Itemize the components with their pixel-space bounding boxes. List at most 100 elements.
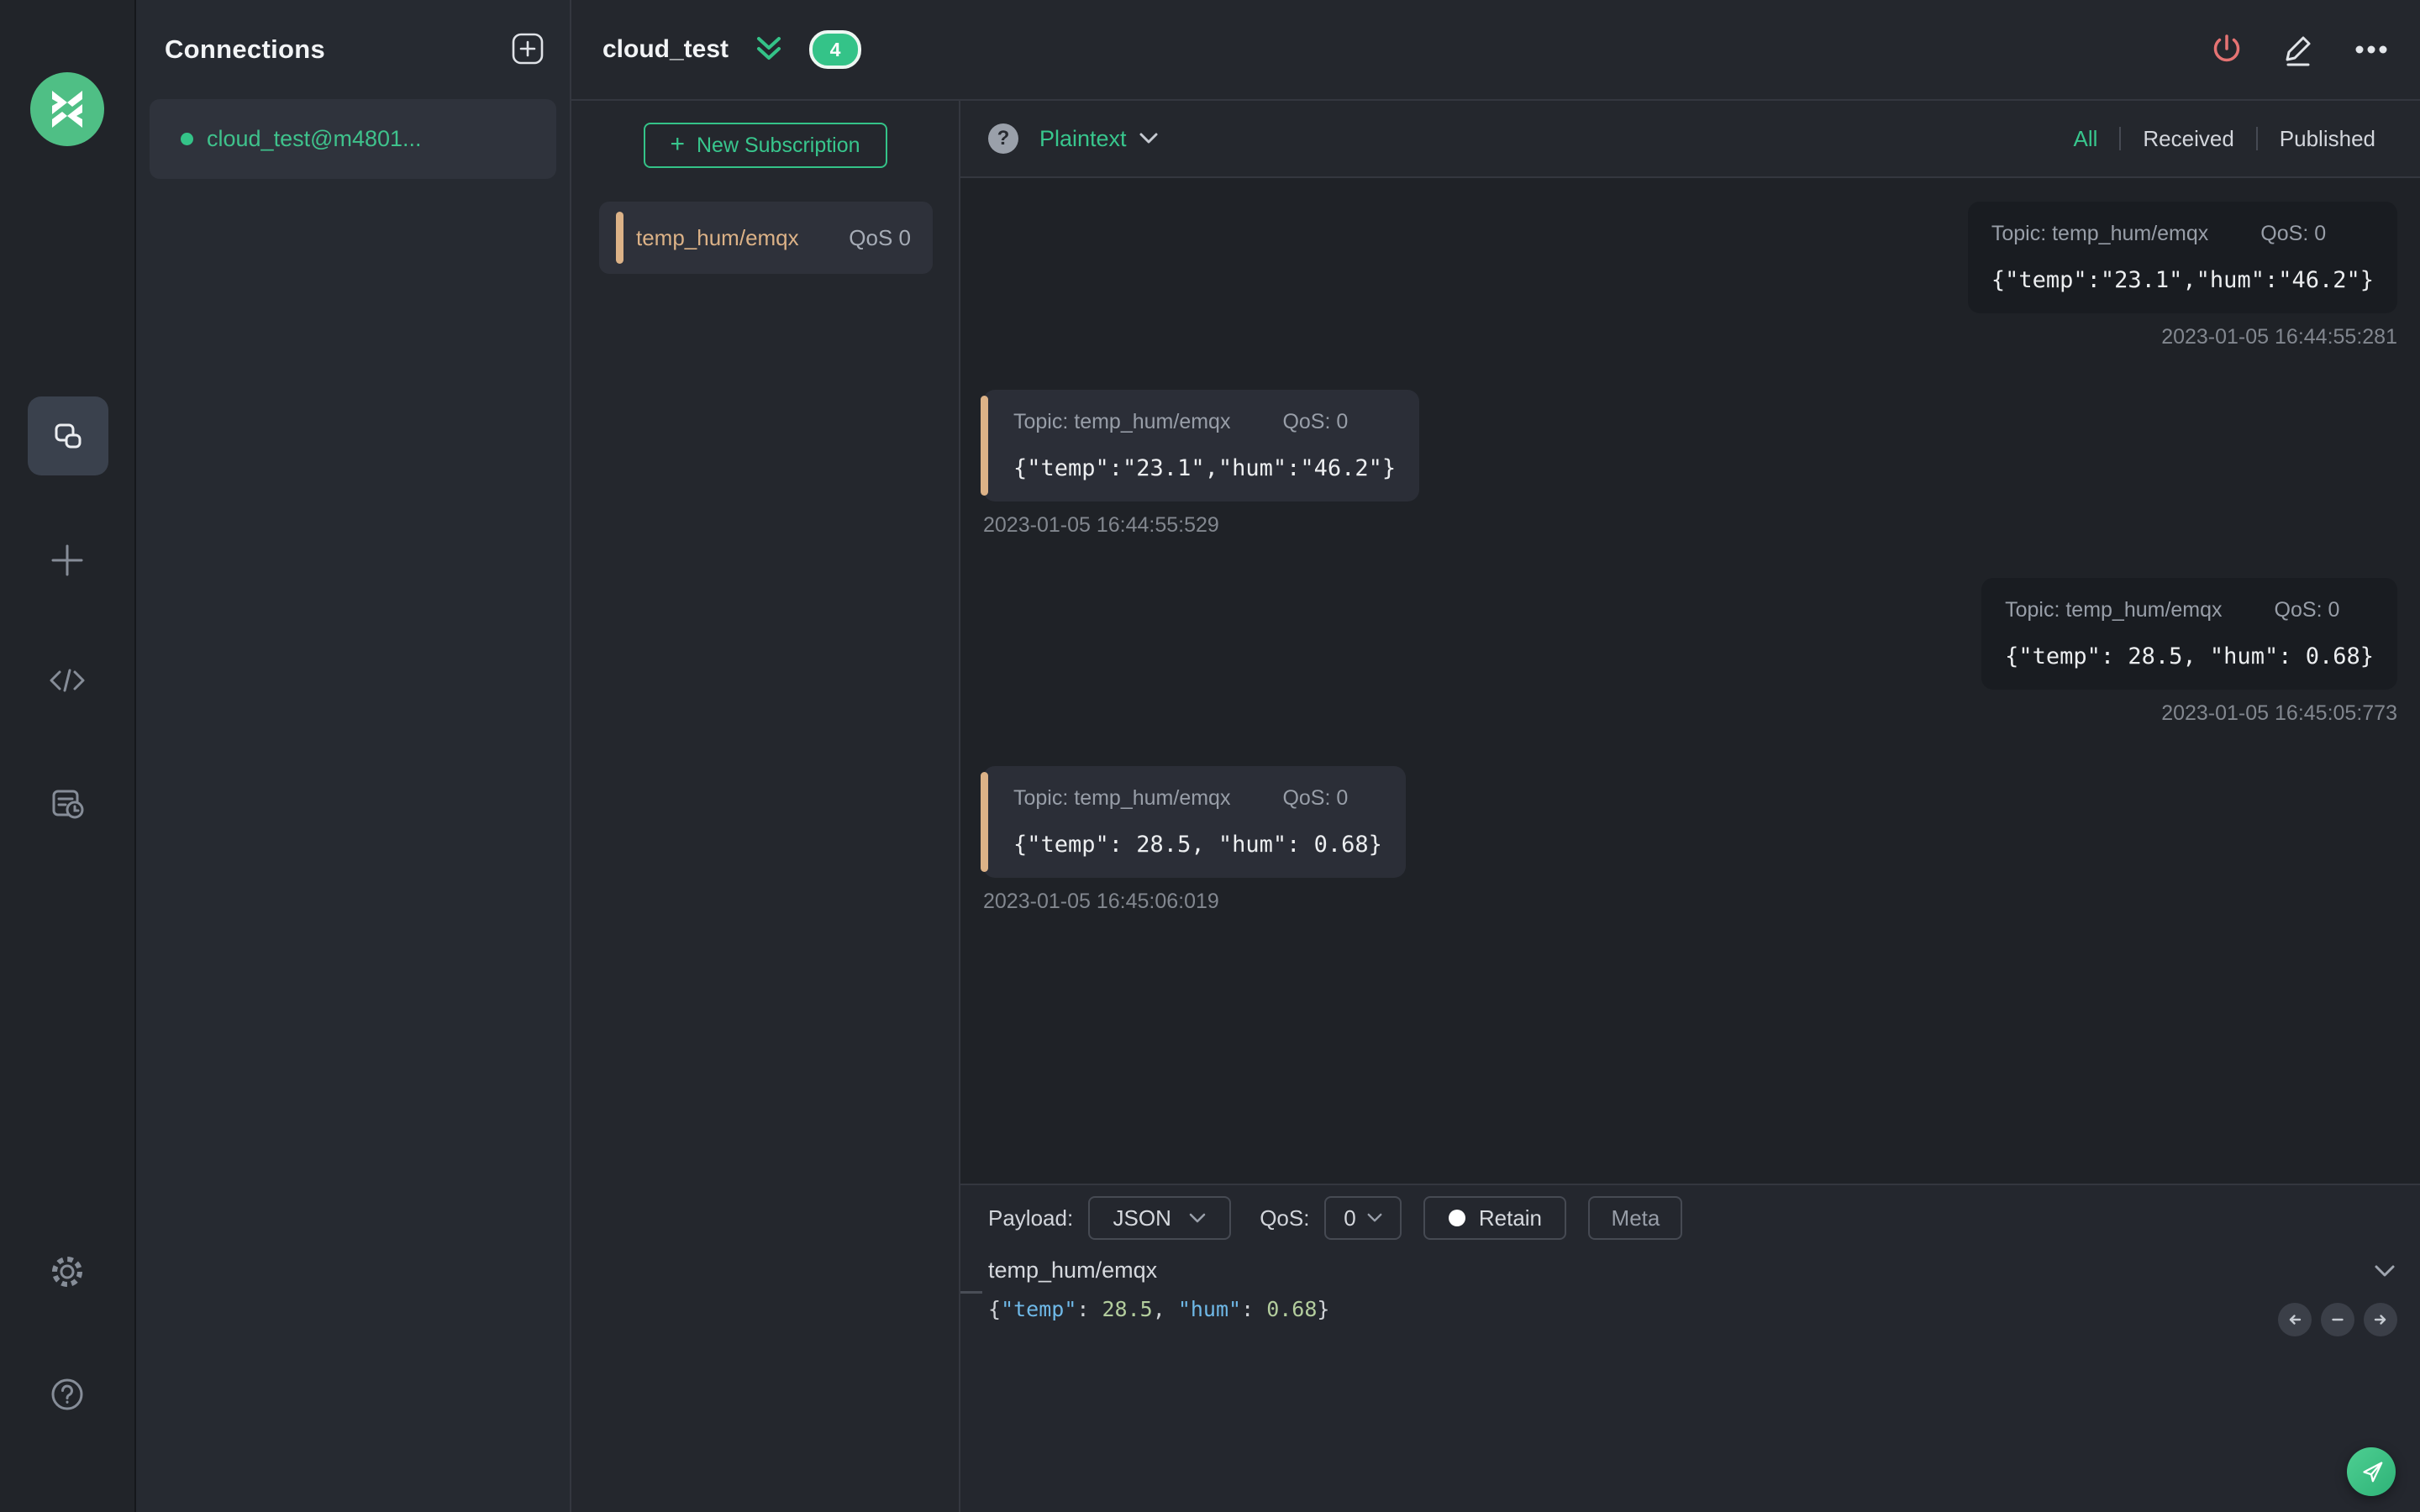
connection-name: cloud_test	[602, 35, 729, 63]
token-number: 0.68	[1266, 1297, 1318, 1321]
message-header: ? Plaintext All Received Published	[960, 101, 2420, 178]
filter-all[interactable]: All	[2051, 126, 2119, 152]
collapse-chevrons-icon[interactable]	[752, 35, 786, 64]
help-circle-icon	[48, 1375, 87, 1414]
message-qos: QoS: 0	[1282, 410, 1349, 433]
format-select[interactable]: Plaintext	[1039, 126, 1127, 152]
filter-published[interactable]: Published	[2258, 126, 2397, 152]
sidebar-item-connections[interactable]	[28, 396, 108, 475]
next-message-button[interactable]	[2364, 1303, 2397, 1336]
send-icon	[2357, 1457, 2386, 1488]
publish-panel: Payload: JSON QoS: 0 Retain Meta temp_hu…	[960, 1184, 2420, 1512]
payload-format-value: JSON	[1113, 1205, 1171, 1231]
connection-topbar: cloud_test 4	[571, 0, 2420, 101]
message-payload: {"temp": 28.5, "hum": 0.68}	[1013, 832, 1382, 858]
subscription-accent-bar	[616, 212, 623, 264]
send-button[interactable]	[2347, 1447, 2396, 1496]
topic-input[interactable]: temp_hum/emqx	[988, 1257, 1157, 1284]
icon-sidebar	[0, 0, 136, 1512]
message-group: Topic: temp_hum/emqx QoS: 0 {"temp":"23.…	[981, 390, 1420, 538]
message-topic: Topic: temp_hum/emqx	[1991, 222, 2209, 245]
meta-label: Meta	[1611, 1205, 1660, 1231]
payload-format-select[interactable]: JSON	[1088, 1196, 1232, 1240]
message-timestamp: 2023-01-05 16:45:06:019	[983, 890, 1219, 913]
collapse-history-button[interactable]	[2321, 1303, 2354, 1336]
code-icon	[48, 661, 87, 700]
connection-item-label: cloud_test@m4801...	[207, 126, 422, 151]
message-bubble: Topic: temp_hum/emqx QoS: 0 {"temp": 28.…	[981, 766, 1406, 878]
collapse-editor-icon[interactable]	[2372, 1263, 2397, 1279]
token-punct: ,	[1152, 1297, 1178, 1321]
plus-icon: +	[670, 129, 685, 158]
connections-panel: Connections cloud_test@m4801...	[136, 0, 571, 1512]
add-connection-button[interactable]	[509, 31, 546, 68]
sidebar-item-settings[interactable]	[49, 1253, 86, 1290]
token-number: 28.5	[1102, 1297, 1153, 1321]
chevron-down-icon[interactable]	[1138, 131, 1160, 146]
publish-toolbar: Payload: JSON QoS: 0 Retain Meta	[988, 1195, 2420, 1241]
retain-label: Retain	[1478, 1205, 1543, 1231]
connection-status-dot	[181, 133, 193, 145]
gear-icon	[48, 1252, 87, 1291]
received-accent-bar	[981, 396, 988, 496]
message-filters: All Received Published	[2051, 126, 2397, 152]
filter-received[interactable]: Received	[2121, 126, 2255, 152]
disconnect-icon[interactable]	[2208, 31, 2245, 68]
payload-editor[interactable]: {"temp": 28.5, "hum": 0.68}	[988, 1297, 2420, 1321]
subscription-item[interactable]: temp_hum/emqx QoS 0	[599, 202, 933, 274]
sidebar-item-script[interactable]	[49, 662, 86, 699]
message-timestamp: 2023-01-05 16:45:05:773	[2161, 701, 2397, 725]
connection-item[interactable]: cloud_test@m4801...	[150, 99, 556, 179]
subscription-topic: temp_hum/emqx	[636, 224, 799, 250]
message-payload: {"temp": 28.5, "hum": 0.68}	[2005, 643, 2374, 669]
editor-gutter-dash	[960, 1291, 982, 1294]
message-area: ? Plaintext All Received Published Topic…	[960, 101, 2420, 1512]
new-subscription-button[interactable]: + New Subscription	[643, 123, 887, 168]
message-list: Topic: temp_hum/emqx QoS: 0 {"temp":"23.…	[960, 178, 2420, 1184]
connections-icon	[49, 417, 87, 455]
message-group: Topic: temp_hum/emqx QoS: 0 {"temp":"23.…	[1967, 202, 2397, 349]
message-topic: Topic: temp_hum/emqx	[1013, 786, 1231, 810]
message-topic: Topic: temp_hum/emqx	[1013, 410, 1231, 433]
message-topic: Topic: temp_hum/emqx	[2005, 598, 2223, 622]
more-icon[interactable]	[2353, 31, 2390, 68]
new-subscription-label: New Subscription	[697, 133, 860, 157]
retain-toggle[interactable]: Retain	[1423, 1196, 1567, 1240]
qos-select[interactable]: 0	[1324, 1196, 1402, 1240]
history-nav	[2278, 1303, 2397, 1336]
token-key: "temp"	[1001, 1297, 1077, 1321]
chevron-down-icon	[1189, 1213, 1206, 1222]
sidebar-item-new-connection[interactable]	[49, 542, 86, 579]
payload-label: Payload:	[988, 1205, 1074, 1231]
meta-button[interactable]: Meta	[1588, 1196, 1683, 1240]
token-punct: :	[1076, 1297, 1102, 1321]
message-bubble: Topic: temp_hum/emqx QoS: 0 {"temp":"23.…	[1967, 202, 2397, 313]
edit-icon[interactable]	[2281, 31, 2317, 68]
received-accent-bar	[981, 772, 988, 872]
message-payload: {"temp":"23.1","hum":"46.2"}	[1013, 455, 1397, 481]
message-qos: QoS: 0	[1282, 786, 1349, 810]
mqttx-logo-icon	[30, 72, 104, 146]
sidebar-item-help[interactable]	[49, 1376, 86, 1413]
prev-message-button[interactable]	[2278, 1303, 2312, 1336]
main-area: cloud_test 4 + New Subscription temp_hum…	[571, 0, 2420, 1512]
message-bubble: Topic: temp_hum/emqx QoS: 0 {"temp":"23.…	[981, 390, 1420, 501]
token-punct: :	[1241, 1297, 1267, 1321]
token-key: "hum"	[1177, 1297, 1242, 1321]
token-punct: {	[988, 1297, 1002, 1321]
message-timestamp: 2023-01-05 16:44:55:281	[2161, 325, 2397, 349]
message-qos: QoS: 0	[2260, 222, 2327, 245]
plus-icon	[48, 541, 87, 580]
message-payload: {"temp":"23.1","hum":"46.2"}	[1991, 267, 2374, 293]
message-qos: QoS: 0	[2274, 598, 2340, 622]
sidebar-item-log[interactable]	[49, 785, 86, 822]
message-group: Topic: temp_hum/emqx QoS: 0 {"temp": 28.…	[981, 766, 1406, 914]
connections-title: Connections	[165, 34, 326, 64]
message-bubble: Topic: temp_hum/emqx QoS: 0 {"temp": 28.…	[1981, 578, 2397, 690]
message-group: Topic: temp_hum/emqx QoS: 0 {"temp": 28.…	[1981, 578, 2397, 726]
chevron-down-icon	[1367, 1213, 1382, 1222]
subscriptions-panel: + New Subscription temp_hum/emqx QoS 0	[571, 101, 960, 1512]
square-plus-icon	[510, 31, 545, 69]
log-icon	[48, 785, 87, 823]
payload-help-icon[interactable]: ?	[988, 123, 1018, 154]
